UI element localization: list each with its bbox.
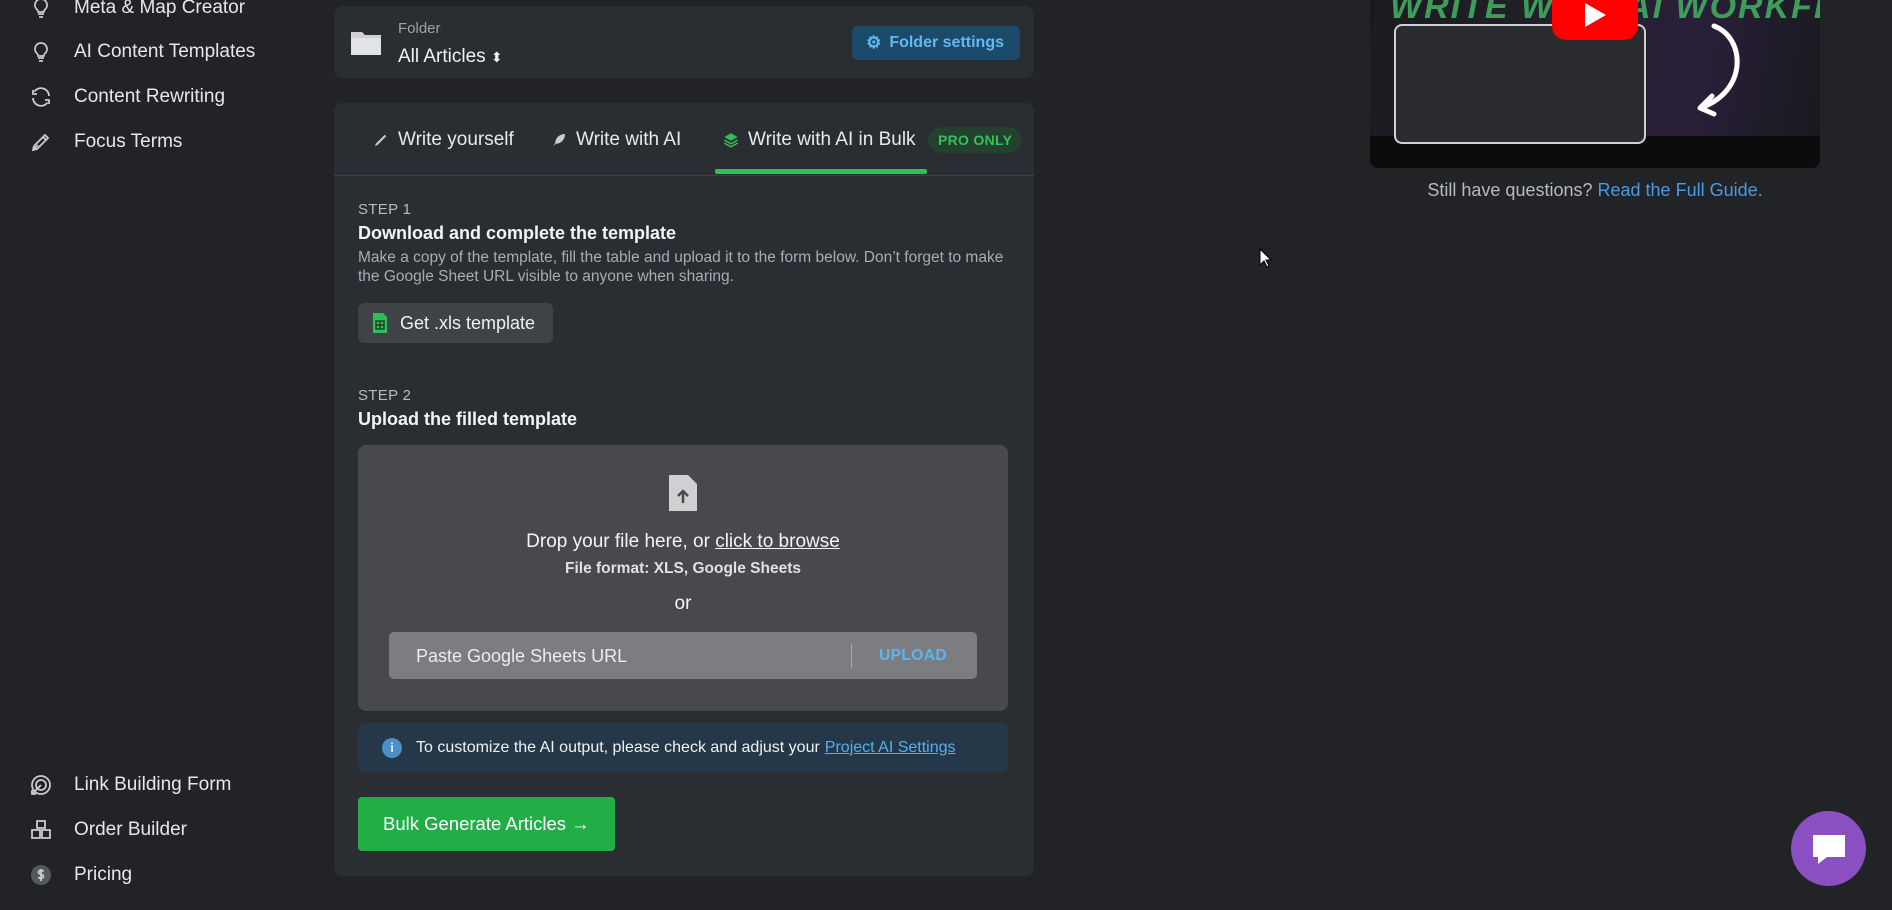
tab-write-with-ai[interactable]: Write with AI [550, 129, 681, 151]
sidebar-item-label: Order Builder [74, 819, 187, 840]
get-xls-template-label: Get .xls template [400, 312, 536, 333]
spreadsheet-icon [373, 313, 387, 333]
full-guide-link[interactable]: Read the Full Guide. [1598, 180, 1763, 200]
upload-button[interactable]: UPLOAD [863, 632, 963, 679]
ai-settings-info-box: i To customize the AI output, please che… [358, 723, 1008, 772]
sidebar-item-content-rewriting[interactable]: Content Rewriting [28, 84, 225, 110]
tutorial-video-thumbnail[interactable]: WRITE WITH AI WORKFLOW [1370, 0, 1820, 168]
url-divider [851, 644, 852, 668]
get-xls-template-button[interactable]: Get .xls template [358, 303, 554, 343]
mouse-cursor-icon [1259, 248, 1273, 268]
help-text: Still have questions? Read the Full Guid… [1370, 180, 1820, 201]
tab-label: Write with AI in Bulk [748, 129, 916, 150]
step1-title: Download and complete the template [358, 223, 677, 243]
sidebar-item-link-building-form[interactable]: Link Building Form [28, 772, 231, 798]
sidebar-item-label: Content Rewriting [74, 86, 226, 107]
play-icon [1585, 3, 1606, 27]
active-tab-indicator [715, 169, 927, 174]
drop-prompt: Drop your file here, or [526, 531, 710, 552]
tab-write-with-ai-in-bulk[interactable]: Write with AI in Bulk [722, 129, 916, 151]
file-dropzone[interactable]: Drop your file here, or click to browse … [358, 445, 1008, 711]
sidebar-item-pricing[interactable]: Pricing [28, 862, 132, 888]
file-format-text: File format: XLS, Google Sheets [565, 560, 801, 577]
sidebar-item-order-builder[interactable]: Order Builder [28, 817, 187, 843]
sidebar-item-label: AI Content Templates [74, 41, 256, 62]
tab-write-yourself[interactable]: Write yourself [372, 129, 514, 151]
google-sheets-url-field: UPLOAD [389, 632, 977, 681]
bulk-generate-articles-button[interactable]: Bulk Generate Articles → [358, 797, 615, 851]
tab-label: Write with AI [576, 129, 682, 150]
refresh-icon [28, 84, 54, 110]
sidebar-item-label: Meta & Map Creator [74, 0, 246, 18]
sidebar-item-label: Focus Terms [74, 131, 183, 152]
project-ai-settings-link[interactable]: Project AI Settings [825, 739, 956, 757]
boxes-icon [28, 817, 54, 843]
folder-settings-button[interactable]: ⚙ Folder settings [852, 26, 1020, 60]
folder-card: Folder All Articles ⬍ ⚙ Folder settings [334, 6, 1034, 78]
or-separator: or [674, 593, 692, 614]
sidebar-item-focus-terms[interactable]: Focus Terms [28, 129, 182, 155]
info-icon: i [382, 737, 402, 758]
target-icon [28, 772, 54, 798]
sidebar-item-ai-content-templates[interactable]: AI Content Templates [28, 39, 255, 65]
pro-only-badge: PRO ONLY [928, 127, 1023, 153]
bulk-write-card: Write yourself Write with AI Write with … [334, 103, 1034, 876]
youtube-play-button[interactable] [1552, 0, 1638, 40]
info-text: To customize the AI output, please check… [416, 738, 820, 756]
file-upload-icon [669, 475, 697, 511]
sort-arrows-icon: ⬍ [490, 49, 503, 65]
step1-description: Make a copy of the template, fill the ta… [358, 249, 1004, 285]
drop-text: Drop your file here, or click to browse [358, 531, 1008, 553]
sidebar-item-meta-map-creator[interactable]: Meta & Map Creator [28, 0, 245, 21]
bulb-icon [28, 0, 54, 21]
folder-select[interactable]: All Articles ⬍ [398, 46, 503, 68]
pencil-icon [375, 134, 387, 146]
bulb-icon [28, 39, 54, 65]
layers-icon [723, 133, 739, 148]
folder-settings-label: Folder settings [889, 34, 1004, 51]
dollar-icon [28, 862, 54, 888]
curved-arrow-icon [1697, 23, 1740, 117]
step1-label: STEP 1 [358, 201, 412, 218]
feather-icon [553, 134, 565, 146]
sidebar-item-label: Link Building Form [74, 774, 232, 795]
laptop-preview-image [1394, 24, 1646, 144]
chat-bubble-icon [1812, 834, 1845, 864]
folder-label: Folder [398, 20, 441, 37]
browse-link[interactable]: click to browse [715, 531, 840, 552]
help-question: Still have questions? [1427, 180, 1593, 200]
chat-widget-button[interactable] [1791, 811, 1866, 886]
sidebar-item-label: Pricing [74, 864, 133, 885]
tab-bar: Write yourself Write with AI Write with … [334, 103, 1034, 176]
folder-icon [351, 32, 381, 55]
pen-nib-icon [28, 129, 54, 155]
step2-title: Upload the filled template [358, 409, 578, 429]
folder-value: All Articles [398, 46, 486, 67]
google-sheets-url-input[interactable] [389, 632, 878, 681]
step2-label: STEP 2 [358, 387, 412, 404]
gear-icon: ⚙ [866, 33, 882, 52]
tab-label: Write yourself [398, 129, 514, 150]
